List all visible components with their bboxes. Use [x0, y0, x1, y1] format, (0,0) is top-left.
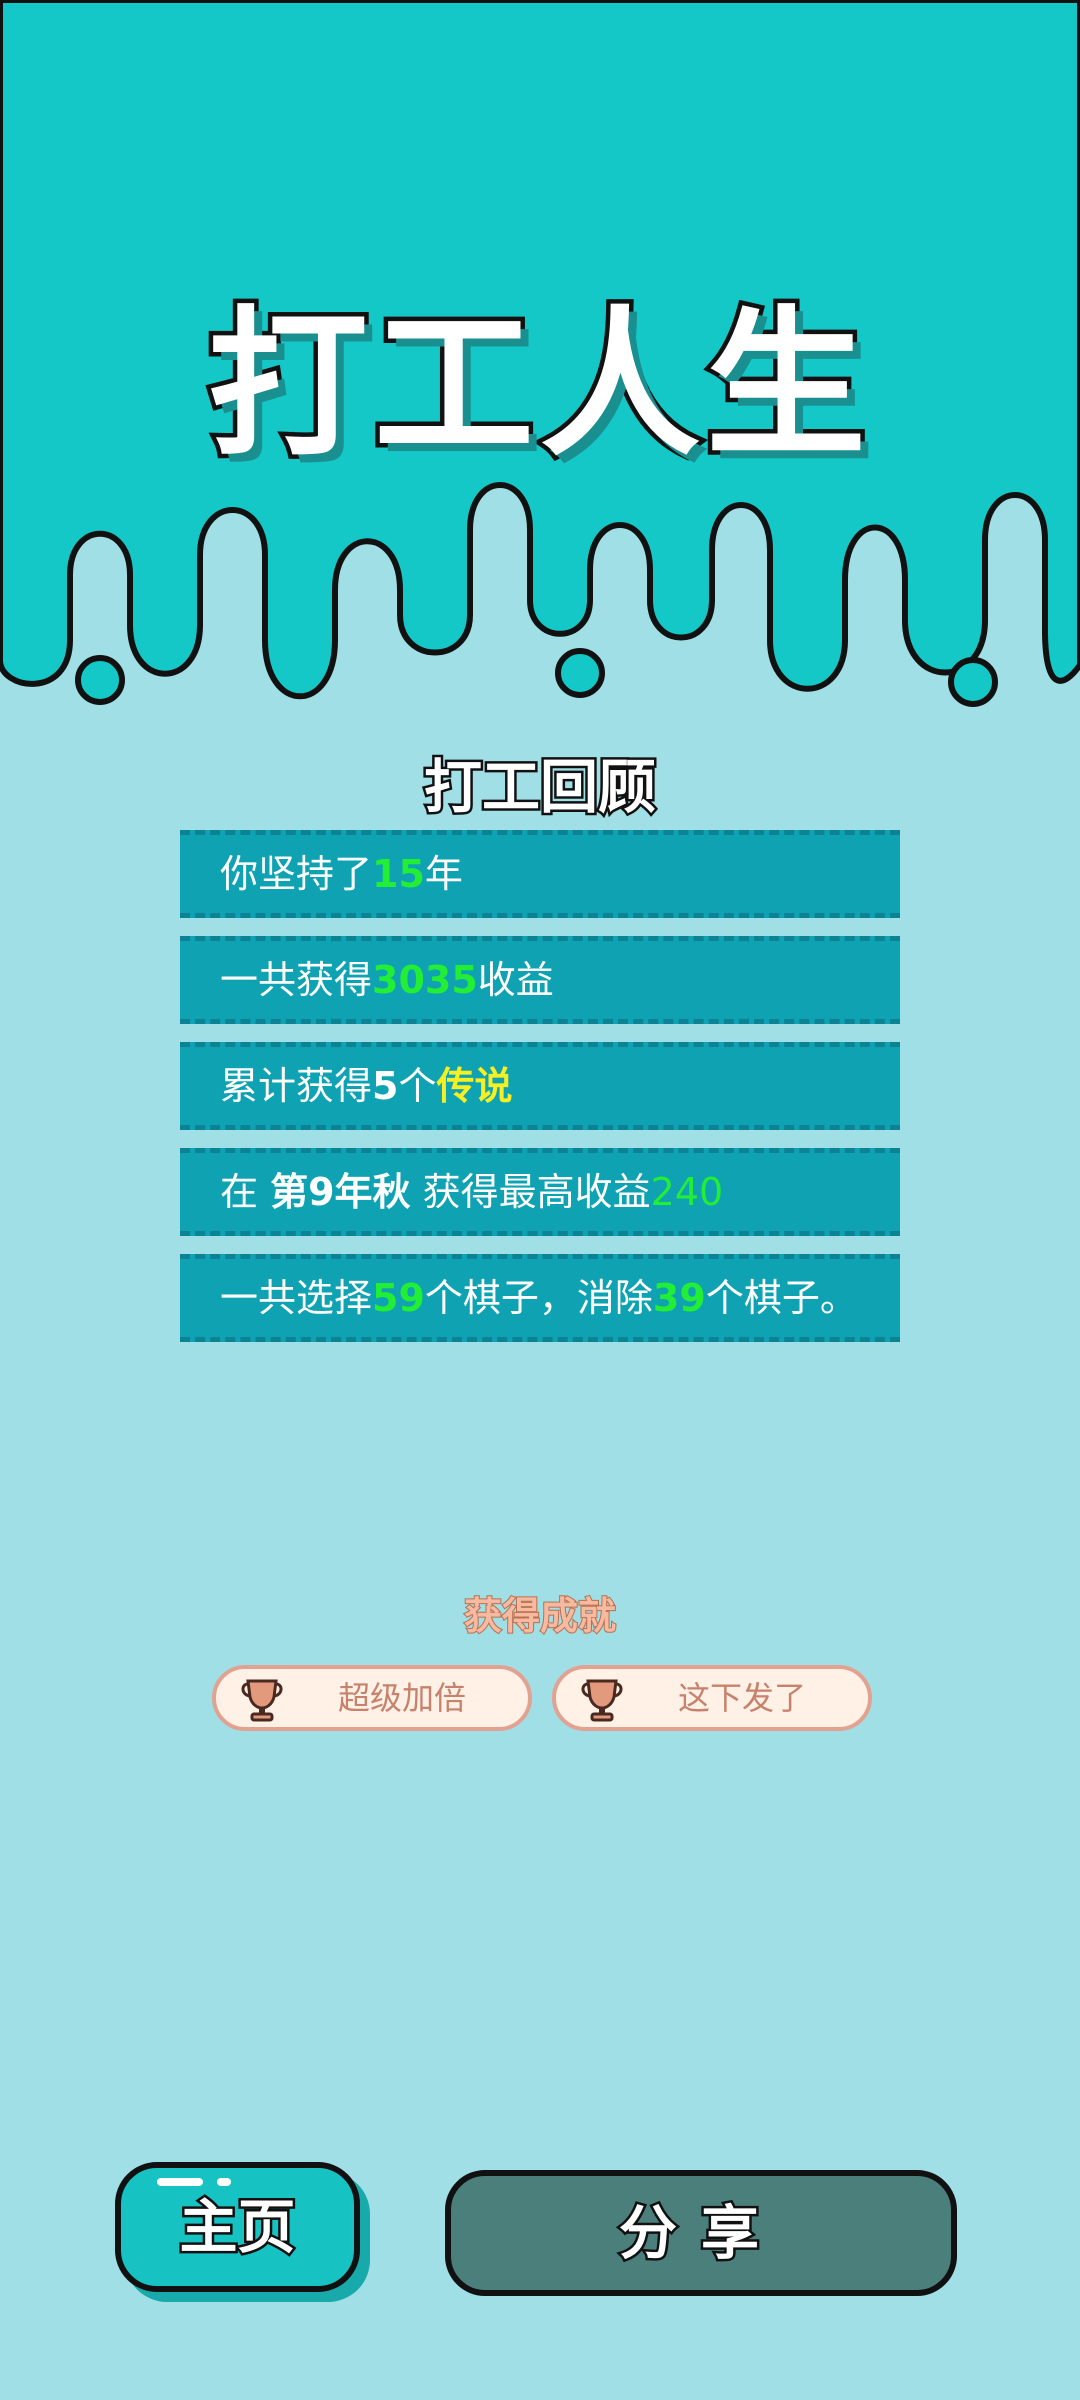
stat-row-years: 你坚持了15年	[180, 830, 900, 918]
achievement-badge[interactable]: 超级加倍	[212, 1665, 532, 1731]
game-title: 打工人生	[203, 287, 872, 483]
button-shine	[157, 2178, 203, 2186]
years-value: 15	[372, 852, 425, 896]
cleared-pieces-value: 39	[652, 1276, 706, 1320]
stat-text: 累计获得	[220, 1064, 373, 1108]
review-title: 打工回顾	[421, 751, 658, 824]
button-shine	[217, 2178, 231, 2186]
stat-row-legends: 累计获得5个传说	[180, 1042, 900, 1130]
best-earnings-value: 240	[650, 1170, 724, 1214]
stat-row-best-season: 在 第9年秋 获得最高收益240	[180, 1148, 900, 1236]
stat-row-pieces: 一共选择59个棋子，消除39个棋子。	[180, 1254, 900, 1342]
legend-count: 5	[372, 1064, 399, 1108]
badge-label: 这下发了	[677, 1679, 806, 1717]
achievement-badge[interactable]: 这下发了	[552, 1665, 872, 1731]
share-button-label: 分享	[616, 2197, 783, 2270]
review-stats-list: 你坚持了15年 一共获得3035收益 累计获得5个传说 在 第9年秋 获得最高收…	[180, 830, 900, 1360]
home-button-label: 主页	[177, 2191, 298, 2264]
legend-label: 传说	[436, 1064, 513, 1108]
stat-row-earnings: 一共获得3035收益	[180, 936, 900, 1024]
achievements-title: 获得成就	[463, 1593, 617, 1639]
stat-text: 一共选择	[220, 1276, 373, 1320]
stat-text: 获得最高收益	[410, 1170, 651, 1214]
stat-text: 个棋子。	[705, 1276, 858, 1320]
stat-text: 年	[424, 852, 463, 896]
stat-text: 收益	[477, 958, 554, 1002]
stat-text: 个	[398, 1064, 437, 1108]
stat-text: 个棋子，消除	[424, 1276, 653, 1320]
earnings-value: 3035	[372, 958, 478, 1002]
home-button[interactable]: 主页	[115, 2162, 360, 2292]
best-season: 第9年秋	[270, 1170, 411, 1214]
badge-label: 超级加倍	[337, 1679, 466, 1717]
selected-pieces-value: 59	[372, 1276, 425, 1320]
stat-text: 一共获得	[220, 958, 373, 1002]
share-button[interactable]: 分享	[445, 2170, 957, 2296]
stat-text: 在	[220, 1170, 271, 1214]
stat-text: 你坚持了	[220, 852, 373, 896]
